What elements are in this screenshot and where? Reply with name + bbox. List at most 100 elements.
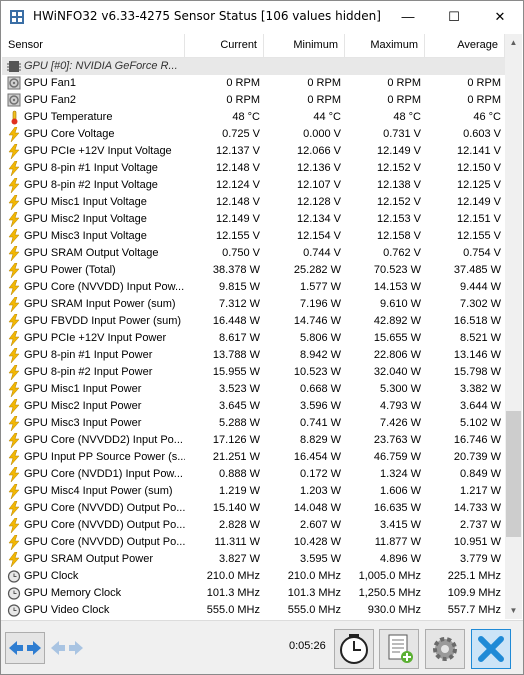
value-maximum: 22.806 W [373,349,421,361]
scrollbar-thumb[interactable] [506,411,521,537]
sensor-row[interactable]: GPU SRAM Output Voltage 0.750 V 0.744 V 0.7… [2,245,505,262]
sensor-row[interactable]: GPU 8-pin #1 Input Voltage 12.148 V 12.136… [2,160,505,177]
sensor-name: GPU Misc2 Input Power [24,400,142,412]
sensor-name: GPU 8-pin #2 Input Power [24,366,153,378]
sensor-row[interactable]: GPU Misc3 Input Voltage 12.155 V 12.154 V 1… [2,228,505,245]
sensor-row[interactable]: GPU FBVDD Input Power (sum) 16.448 W 14.74… [2,313,505,330]
value-average: 12.155 V [456,230,501,242]
sensor-row[interactable]: GPU Memory Clock 101.3 MHz 101.3 MHz 1,250.… [2,585,505,602]
value-maximum: 42.892 W [373,315,421,327]
title-bar[interactable]: HWiNFO32 v6.33-4275 Sensor Status [106 v… [1,1,523,32]
value-maximum: 1,250.5 MHz [358,587,421,599]
sensor-name: GPU Core (NVVDD2) Input Po... [24,434,183,446]
value-minimum: 8.942 W [300,349,341,361]
value-minimum: 1.203 W [300,485,341,497]
value-current: 12.148 V [215,196,260,208]
value-minimum: 101.3 MHz [287,587,341,599]
column-current[interactable]: Current [185,34,264,57]
sensor-row[interactable]: GPU Misc4 Input Power (sum) 1.219 W 1.203 … [2,483,505,500]
value-current: 12.124 V [215,179,260,191]
clock-icon [340,634,368,664]
sensor-row[interactable]: GPU Misc1 Input Voltage 12.148 V 12.128 V 1… [2,194,505,211]
sensor-row[interactable]: GPU Clock 210.0 MHz 210.0 MHz 1,005.0 MHz 22… [2,568,505,585]
value-average: 8.521 W [460,332,501,344]
value-current: 210.0 MHz [206,570,260,582]
close-button[interactable] [471,629,511,669]
value-maximum: 12.153 V [376,213,421,225]
sensor-group-header[interactable]: GPU [#0]: NVIDIA GeForce R... [2,58,505,75]
value-average: 16.518 W [453,315,501,327]
column-minimum[interactable]: Minimum [264,34,345,57]
scroll-up-arrow-icon[interactable]: ▲ [505,34,522,51]
sensor-name: GPU Misc4 Input Power (sum) [24,485,173,497]
vertical-scrollbar[interactable]: ▲ ▼ [505,34,522,619]
value-minimum: 8.829 W [300,434,341,446]
sensor-row[interactable]: GPU Core (NVVDD) Input Pow... 9.815 W 1.57… [2,279,505,296]
value-average: 0.603 V [463,128,501,140]
value-minimum: 3.595 W [300,553,341,565]
value-average: 12.125 V [456,179,501,191]
sensor-row[interactable]: GPU Input PP Source Power (s... 21.251 W 1… [2,449,505,466]
sensor-name: GPU Core (NVVDD) Input Pow... [24,281,185,293]
value-current: 101.3 MHz [206,587,260,599]
sensor-row[interactable]: GPU SRAM Output Power 3.827 W 3.595 W 4.896… [2,551,505,568]
maximize-button[interactable]: ☐ [431,1,477,32]
sensor-name: GPU Fan2 [24,94,76,106]
value-average: 0.849 W [460,468,501,480]
sensor-row[interactable]: GPU Power (Total) 38.378 W 25.282 W 70.523 … [2,262,505,279]
value-average: 14.733 W [453,502,501,514]
sensor-row[interactable]: GPU Core Voltage 0.725 V 0.000 V 0.731 V 0.6… [2,126,505,143]
column-average[interactable]: Average [425,34,505,57]
sensor-row[interactable]: GPU Core (NVDD1) Input Pow... 0.888 W 0.17… [2,466,505,483]
sensor-row[interactable]: GPU Misc2 Input Voltage 12.149 V 12.134 V 1… [2,211,505,228]
sensor-row[interactable]: GPU 8-pin #1 Input Power 13.788 W 8.942 W 2… [2,347,505,364]
value-current: 48 °C [232,111,260,123]
value-maximum: 46.759 W [373,451,421,463]
value-maximum: 1.324 W [380,468,421,480]
value-current: 555.0 MHz [206,604,260,616]
value-minimum: 14.048 W [293,502,341,514]
sensor-row[interactable]: GPU Core (NVVDD) Output Po... 2.828 W 2.60… [2,517,505,534]
value-average: 109.9 MHz [447,587,501,599]
column-maximum[interactable]: Maximum [345,34,425,57]
sensor-row[interactable]: GPU Core (NVVDD) Output Po... 15.140 W 14.… [2,500,505,517]
sensor-row[interactable]: GPU Misc1 Input Power 3.523 W 0.668 W 5.300… [2,381,505,398]
sensor-name: GPU Video Clock [24,604,110,616]
sensor-row[interactable]: GPU PCIe +12V Input Voltage 12.137 V 12.06… [2,143,505,160]
logging-button[interactable] [379,629,419,669]
value-maximum: 1.606 W [380,485,421,497]
sensor-row[interactable]: GPU Core (NVVDD) Output Po... 11.311 W 10.… [2,534,505,551]
bottom-toolbar: 0:05:26 [1,620,523,674]
sensor-row[interactable]: GPU 8-pin #2 Input Voltage 12.124 V 12.107… [2,177,505,194]
sensor-row[interactable]: GPU 8-pin #2 Input Power 15.955 W 10.523 W… [2,364,505,381]
value-average: 10.951 W [453,536,501,548]
reset-clock-button[interactable] [334,629,374,669]
sensor-row[interactable]: GPU Temperature 48 °C 44 °C 48 °C 46 °C [2,109,505,126]
value-minimum: 44 °C [313,111,341,123]
navigate-disabled-button[interactable] [47,632,87,664]
value-average: 5.102 W [460,417,501,429]
value-maximum: 23.763 W [373,434,421,446]
settings-button[interactable] [425,629,465,669]
sensor-row[interactable]: GPU Core (NVVDD2) Input Po... 17.126 W 8.8… [2,432,505,449]
close-window-button[interactable]: ✕ [477,1,523,32]
value-average: 13.146 W [453,349,501,361]
value-minimum: 12.066 V [296,145,341,157]
scroll-down-arrow-icon[interactable]: ▼ [505,602,522,619]
value-average: 12.141 V [456,145,501,157]
value-average: 16.746 W [453,434,501,446]
sensor-name: GPU Core (NVDD1) Input Pow... [24,468,183,480]
value-maximum: 0 RPM [387,77,421,89]
sensor-row[interactable]: GPU Misc2 Input Power 3.645 W 3.596 W 4.793… [2,398,505,415]
value-current: 15.140 W [212,502,260,514]
sensor-row[interactable]: GPU PCIe +12V Input Power 8.617 W 5.806 W 1… [2,330,505,347]
minimize-button[interactable]: — [385,1,431,32]
column-sensor[interactable]: Sensor [2,34,185,57]
value-current: 5.288 W [219,417,260,429]
navigate-left-right-button[interactable] [5,632,45,664]
sensor-row[interactable]: GPU Fan1 0 RPM 0 RPM 0 RPM 0 RPM [2,75,505,92]
sensor-row[interactable]: GPU Misc3 Input Power 5.288 W 0.741 W 7.426… [2,415,505,432]
sensor-row[interactable]: GPU Fan2 0 RPM 0 RPM 0 RPM 0 RPM [2,92,505,109]
sensor-row[interactable]: GPU SRAM Input Power (sum) 7.312 W 7.196 W… [2,296,505,313]
sensor-row[interactable]: GPU Video Clock 555.0 MHz 555.0 MHz 930.0 M… [2,602,505,619]
